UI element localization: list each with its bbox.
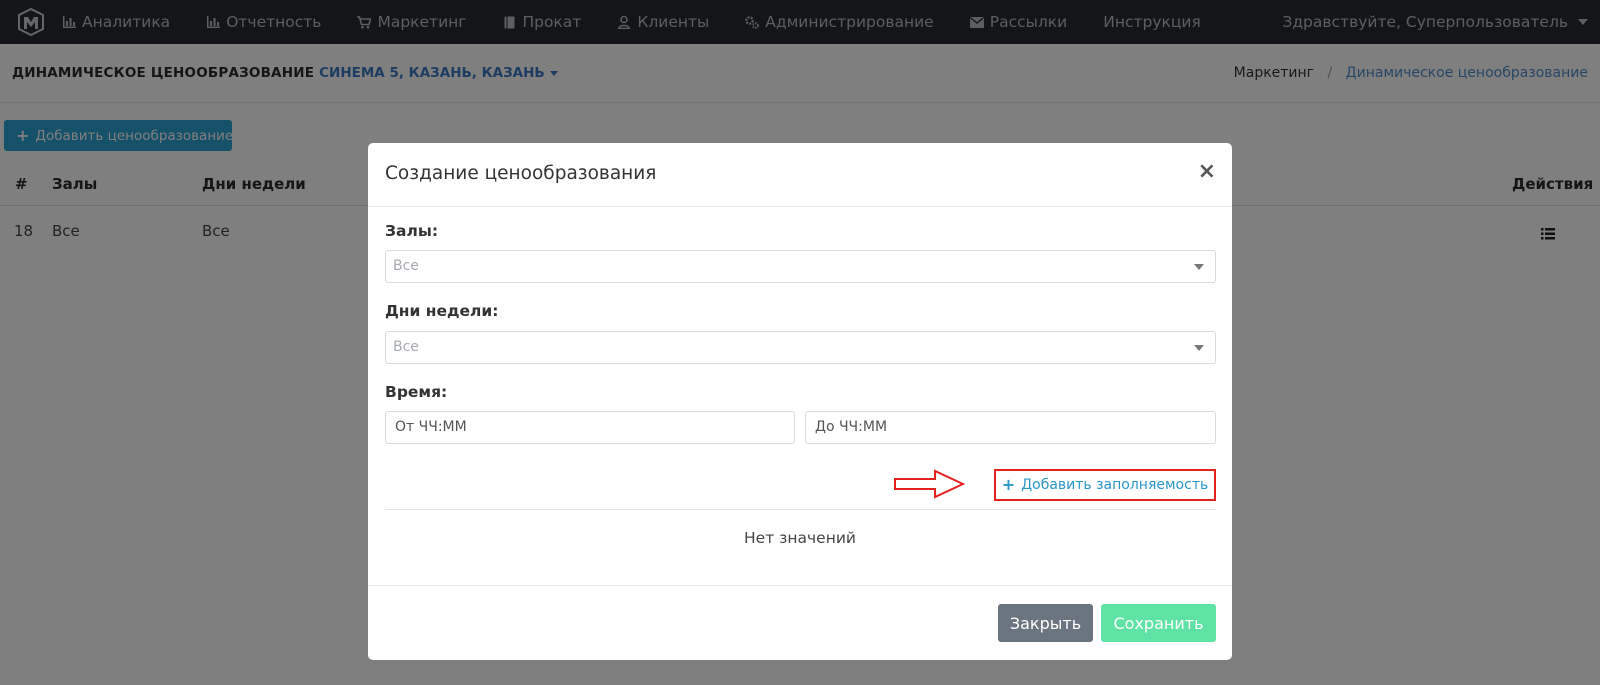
time-to-input[interactable]: До ЧЧ:ММ xyxy=(805,411,1216,444)
days-select-value: Все xyxy=(393,339,419,355)
modal-title: Создание ценообразования xyxy=(385,163,657,184)
chevron-down-icon xyxy=(1194,264,1204,270)
modal-footer: Закрыть Сохранить xyxy=(368,585,1232,660)
halls-select[interactable]: Все xyxy=(385,250,1216,283)
create-pricing-modal: Создание ценообразования × Залы: Все Дни… xyxy=(368,143,1232,660)
red-arrow-icon xyxy=(894,469,965,499)
save-button[interactable]: Сохранить xyxy=(1101,604,1216,642)
days-select[interactable]: Все xyxy=(385,331,1216,364)
empty-state-text: Нет значений xyxy=(744,529,856,547)
add-occupancy-button[interactable]: + Добавить заполняемость xyxy=(994,469,1216,501)
chevron-down-icon xyxy=(1194,345,1204,351)
days-label: Дни недели: xyxy=(385,302,499,320)
close-button[interactable]: Закрыть xyxy=(998,604,1093,642)
close-icon[interactable]: × xyxy=(1198,161,1216,183)
time-label: Время: xyxy=(385,383,448,401)
plus-icon: + xyxy=(1001,475,1016,494)
modal-header: Создание ценообразования × xyxy=(368,143,1232,207)
add-occupancy-label: Добавить заполняемость xyxy=(1021,477,1209,493)
halls-select-value: Все xyxy=(393,258,419,274)
time-from-input[interactable]: От ЧЧ:ММ xyxy=(385,411,795,444)
halls-label: Залы: xyxy=(385,222,439,240)
divider xyxy=(385,509,1216,510)
